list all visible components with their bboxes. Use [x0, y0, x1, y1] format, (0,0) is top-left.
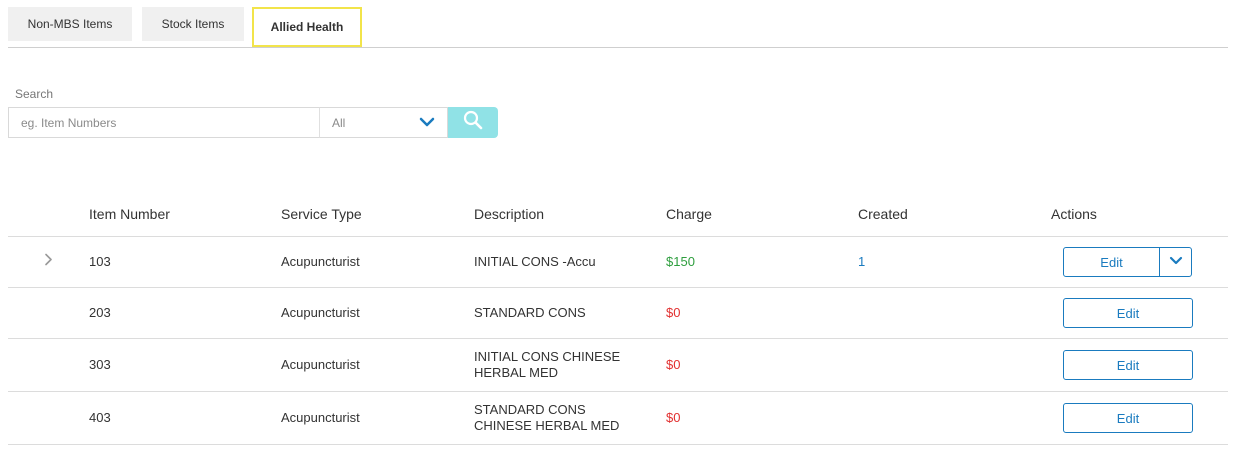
table-row[interactable]: 303 Acupuncturist INITIAL CONS CHINESE H…: [8, 339, 1228, 392]
cell-service-type: Acupuncturist: [281, 254, 360, 269]
header-actions: Actions: [1051, 206, 1097, 222]
search-icon: [463, 110, 483, 135]
edit-button[interactable]: Edit: [1063, 350, 1193, 380]
table-row[interactable]: 103 Acupuncturist INITIAL CONS -Accu $15…: [8, 237, 1228, 288]
cell-item-number: 303: [89, 357, 111, 372]
edit-menu-button[interactable]: [1159, 247, 1192, 277]
search-input[interactable]: [8, 107, 319, 138]
cell-service-type: Acupuncturist: [281, 410, 360, 425]
cell-charge: $0: [666, 410, 681, 425]
search-filter-value: All: [332, 115, 346, 130]
header-charge[interactable]: Charge: [666, 206, 712, 222]
cell-description: STANDARD CONS: [474, 305, 586, 320]
cell-charge: $0: [666, 357, 681, 372]
edit-button-group: Edit: [1063, 298, 1193, 328]
table-row[interactable]: 203 Acupuncturist STANDARD CONS $0 Edit: [8, 288, 1228, 339]
edit-button-group: Edit: [1063, 350, 1193, 380]
header-service-type[interactable]: Service Type: [281, 206, 362, 222]
search-label: Search: [15, 87, 54, 101]
tab-non-mbs-items[interactable]: Non-MBS Items: [8, 7, 132, 41]
edit-button[interactable]: Edit: [1063, 298, 1193, 328]
tab-allied-health[interactable]: Allied Health: [252, 7, 362, 47]
search-button[interactable]: [448, 107, 498, 138]
chevron-right-icon[interactable]: [44, 253, 54, 272]
cell-service-type: Acupuncturist: [281, 357, 360, 372]
items-table: Item Number Service Type Description Cha…: [8, 192, 1228, 445]
cell-item-number: 103: [89, 254, 111, 269]
edit-button[interactable]: Edit: [1063, 247, 1160, 277]
table-row[interactable]: 403 Acupuncturist STANDARD CONS CHINESE …: [8, 392, 1228, 445]
tab-stock-items[interactable]: Stock Items: [142, 7, 244, 41]
chevron-down-icon: [1169, 253, 1183, 271]
table-header: Item Number Service Type Description Cha…: [8, 192, 1228, 237]
cell-item-number: 203: [89, 305, 111, 320]
cell-description: INITIAL CONS CHINESE HERBAL MED: [474, 349, 621, 380]
cell-description: STANDARD CONS CHINESE HERBAL MED: [474, 402, 620, 433]
cell-charge: $0: [666, 305, 681, 320]
cell-service-type: Acupuncturist: [281, 305, 360, 320]
edit-button[interactable]: Edit: [1063, 403, 1193, 433]
cell-charge: $150: [666, 254, 695, 269]
chevron-down-icon: [419, 116, 435, 131]
cell-description: INITIAL CONS -Accu: [474, 254, 596, 269]
cell-item-number: 403: [89, 410, 111, 425]
header-created[interactable]: Created: [858, 206, 908, 222]
header-item-number[interactable]: Item Number: [89, 206, 170, 222]
search-filter-select[interactable]: All: [319, 107, 448, 138]
edit-split-button: Edit: [1063, 247, 1192, 277]
cell-created[interactable]: 1: [858, 254, 865, 270]
tab-bar: Non-MBS Items Stock Items Allied Health: [8, 7, 1228, 48]
edit-button-group: Edit: [1063, 403, 1193, 433]
header-description[interactable]: Description: [474, 206, 544, 222]
